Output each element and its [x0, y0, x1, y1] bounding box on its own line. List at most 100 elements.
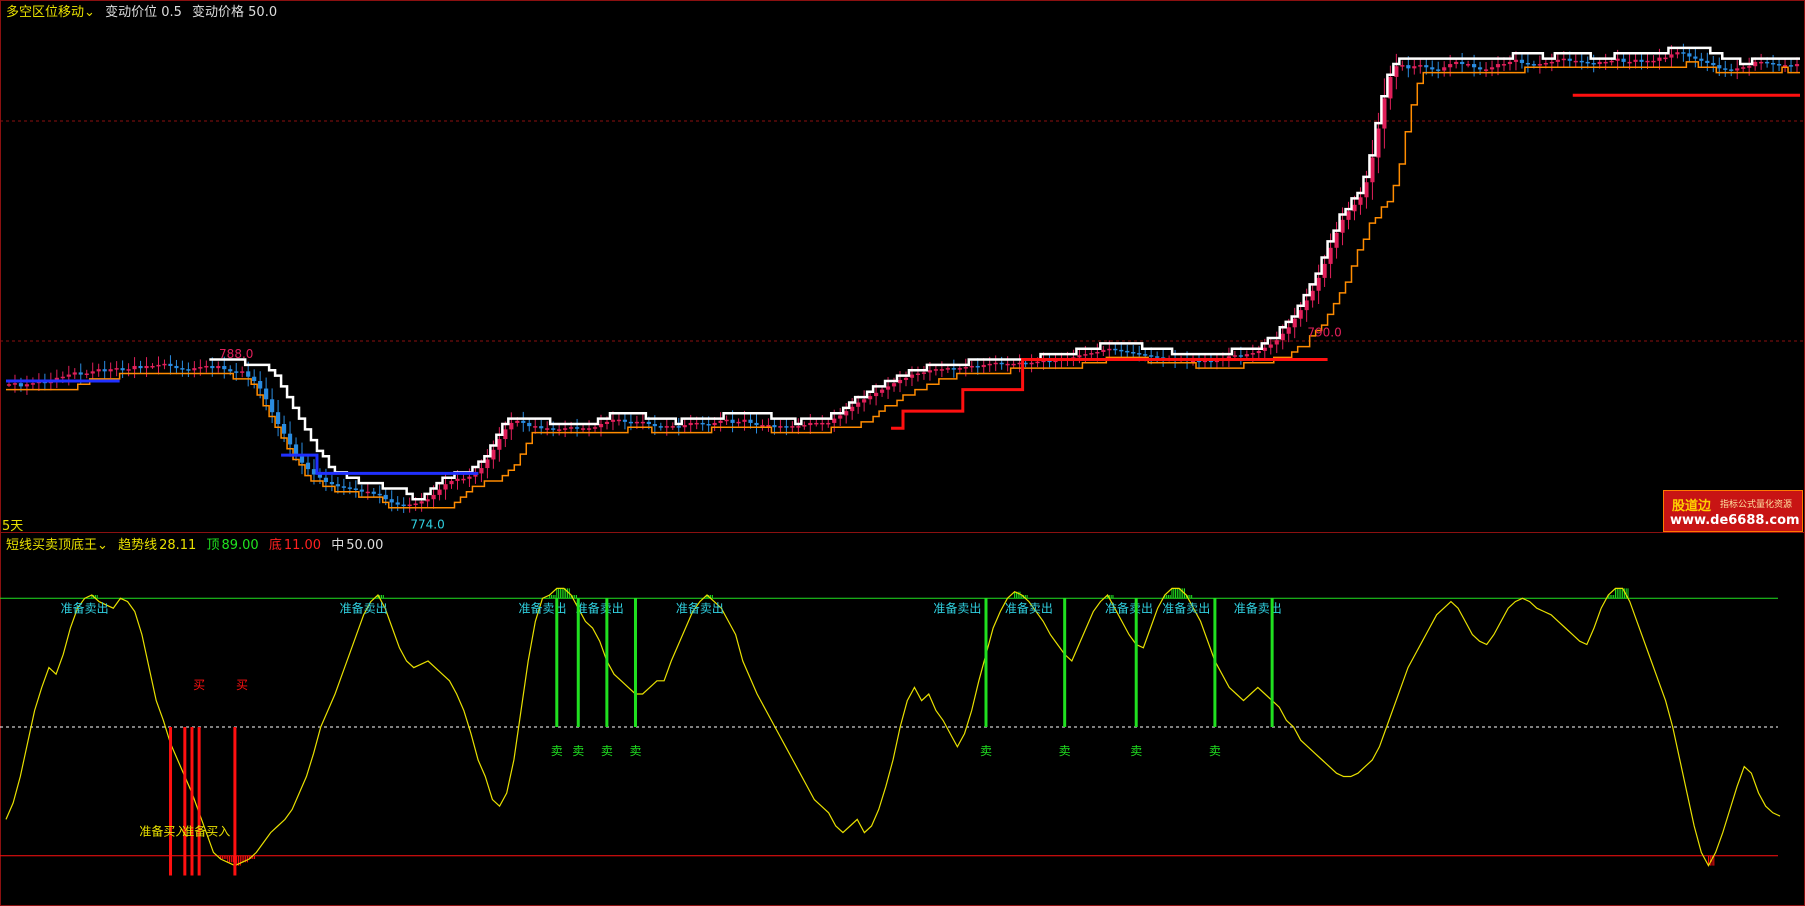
candle-body [814, 422, 819, 425]
logo-text: 股道边 [1672, 499, 1712, 514]
candle-body [6, 384, 12, 386]
candle-body [718, 420, 723, 423]
candle-body [329, 482, 335, 485]
main-header: 多空区位移动⌄ 变动价位 0.5 变动价格 50.0 [6, 1, 283, 20]
candle-body [293, 444, 299, 455]
candle-body [210, 365, 215, 369]
prepare-buy-label: 准备买入 [182, 825, 230, 839]
candle-body [1406, 65, 1411, 69]
candle-body [987, 363, 992, 366]
candle-body [1501, 64, 1507, 66]
candle-body [156, 364, 161, 367]
candle-body [951, 368, 956, 370]
candle-body [760, 425, 765, 427]
candle-body [222, 365, 227, 370]
candle-body [1155, 356, 1160, 358]
watermark-logo: 股道边 指标公式量化资源 www.de6688.com [1663, 490, 1803, 532]
candle-body [1125, 350, 1130, 353]
candle-body [1460, 61, 1465, 65]
candle-body [1436, 69, 1441, 71]
candle-body [1633, 59, 1638, 62]
chevron-down-icon[interactable]: ⌄ [84, 5, 95, 20]
candle-body [748, 419, 753, 423]
candle-body [772, 425, 777, 428]
candle-body [1083, 354, 1088, 356]
chevron-down-icon[interactable]: ⌄ [97, 538, 108, 553]
candle-body [1615, 58, 1620, 61]
candle-body [670, 426, 675, 428]
sub-header: 短线买卖顶底王⌄ 趋势线 28.11 顶 89.00 底 11.00 中 50.00 [6, 534, 389, 553]
main-indicator-name[interactable]: 多空区位移动 [6, 5, 84, 20]
bottom-value: 11.00 [283, 538, 322, 553]
candle-body [1334, 232, 1339, 248]
candle-body [736, 421, 741, 424]
white-trail-line [209, 46, 1800, 501]
candle-body [311, 469, 317, 475]
orange-trail-line [6, 61, 1800, 509]
candle-body [1591, 62, 1596, 65]
candle-body [341, 486, 346, 488]
candle-body [12, 383, 18, 385]
candle-body [1017, 362, 1022, 365]
candle-body [383, 494, 388, 500]
candle-body [1107, 348, 1112, 351]
prepare-sell-label: 准备卖出 [1162, 601, 1210, 615]
candle-body [700, 422, 705, 425]
candle-body [84, 373, 89, 375]
candle-body [192, 368, 197, 371]
candle-body [1776, 64, 1782, 66]
candle-body [1089, 353, 1094, 355]
candle-body [1663, 57, 1668, 60]
prepare-buy-label: 准备买入 [139, 825, 187, 839]
top-value: 89.00 [221, 538, 259, 553]
candle-body [676, 426, 681, 428]
candle-body [957, 368, 962, 370]
candle-body [981, 364, 986, 368]
candle-body [1262, 347, 1267, 351]
candle-body [228, 369, 233, 372]
candle-body [371, 491, 376, 494]
candle-body [30, 383, 36, 385]
candle-body [246, 371, 251, 377]
red-support-line [891, 358, 1328, 430]
candle-body [1256, 350, 1261, 354]
candle-body [443, 484, 448, 490]
candle-body [724, 419, 729, 422]
candle-body [569, 427, 574, 429]
candle-body [132, 365, 137, 370]
candle-body [353, 488, 358, 490]
candle-body [754, 422, 759, 426]
candle-body [850, 406, 855, 412]
candle-body [574, 427, 580, 429]
candle-body [1639, 59, 1644, 62]
candle-body [1137, 353, 1142, 355]
candle-body [640, 421, 645, 424]
candle-body [933, 369, 938, 371]
candle-body [1328, 247, 1333, 264]
candle-body [1549, 61, 1554, 64]
candle-body [873, 392, 879, 397]
candle-body [1418, 65, 1423, 67]
buy-label: 买 [193, 678, 205, 692]
indicator-chart[interactable]: 准备卖出 准备卖出 准备卖出 准备卖出 准备卖出 准备卖出 准备卖出 准备卖出 准备卖出 准备卖出… [0, 532, 1805, 906]
candle-body [287, 433, 293, 445]
candle-body [1753, 61, 1758, 67]
candle-body [509, 422, 514, 430]
candle-body [449, 480, 454, 485]
candle-body [1657, 57, 1662, 61]
prepare-sell-label: 准备卖出 [1005, 601, 1053, 615]
candle-body [1304, 300, 1309, 311]
candle-body [180, 368, 185, 370]
main-price-chart[interactable]: 788.0774.0790.0818.0 [0, 0, 1805, 532]
candle-body [610, 419, 616, 422]
candle-body [275, 412, 281, 424]
candle-body [826, 422, 831, 425]
mid-label: 中 [331, 538, 345, 553]
candle-body [1131, 352, 1136, 354]
candle-body [682, 425, 687, 428]
bottom-label: 底 [268, 538, 282, 553]
candle-body [515, 420, 520, 423]
candle-body [802, 425, 807, 427]
sub-indicator-name[interactable]: 短线买卖顶底王 [6, 538, 97, 553]
candle-body [491, 449, 496, 460]
